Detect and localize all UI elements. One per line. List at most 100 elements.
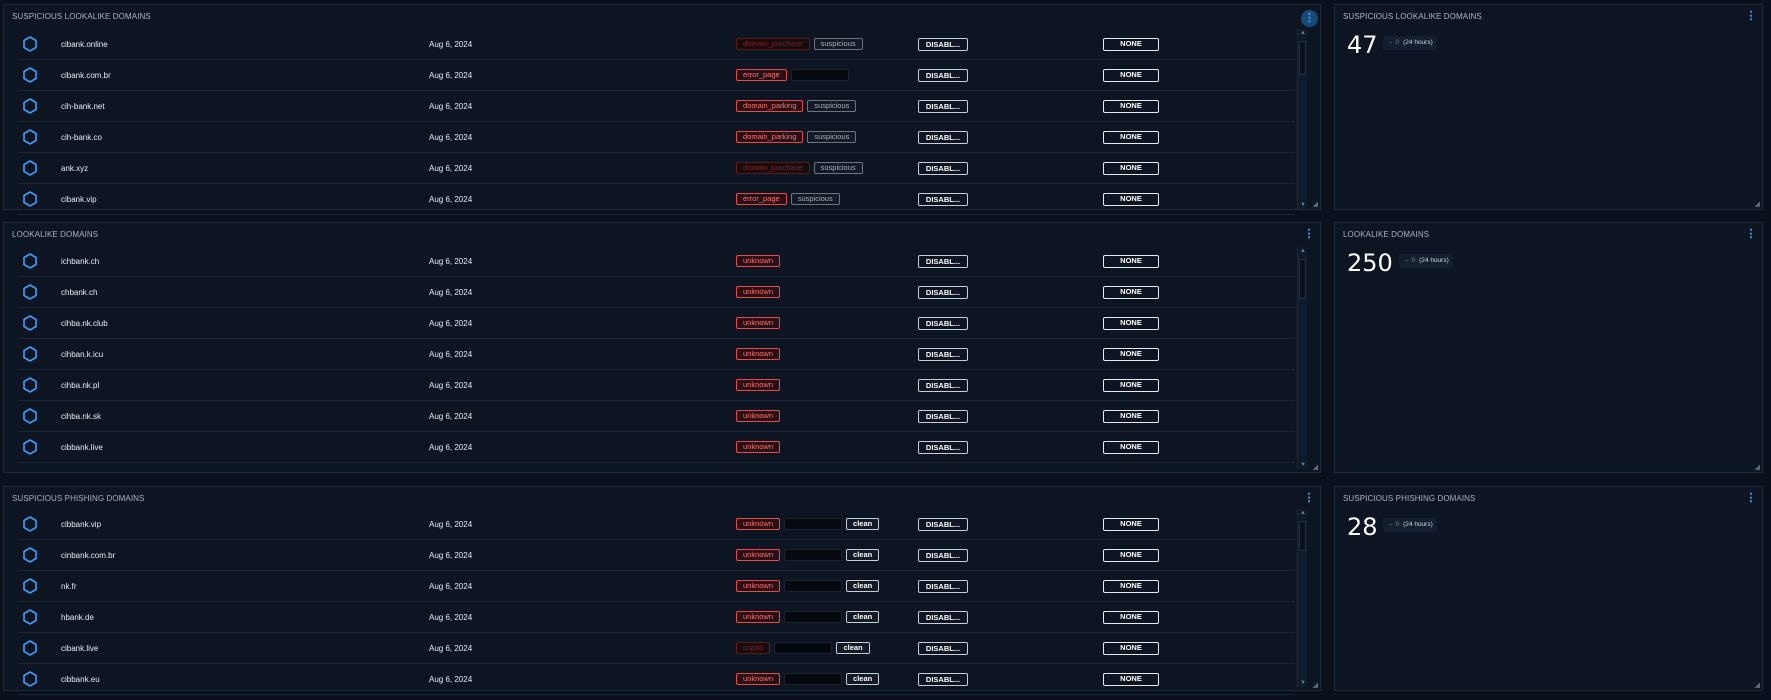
table-row[interactable]: cibank.com.br Aug 6, 2024 error_page DISABL… bbox=[18, 60, 1295, 91]
tag-badge: domain_parking bbox=[736, 131, 804, 143]
tag-badge: clean bbox=[846, 580, 880, 592]
table-row[interactable]: hbank.de Aug 6, 2024 unknown clean DISABL...… bbox=[18, 602, 1295, 633]
more-vertical-icon[interactable]: ⋮ bbox=[1302, 227, 1316, 241]
action-dropdown[interactable]: NONE bbox=[1103, 441, 1159, 454]
action-dropdown[interactable]: NONE bbox=[1103, 193, 1159, 206]
status-dropdown[interactable]: DISABL... bbox=[918, 38, 968, 51]
action-dropdown[interactable]: NONE bbox=[1103, 255, 1159, 268]
domain-name[interactable]: cibbank.live bbox=[61, 443, 103, 452]
domain-name[interactable]: cibank.com.br bbox=[61, 71, 111, 80]
scrollbar[interactable]: ▲ ▼ bbox=[1297, 509, 1307, 687]
resize-handle-icon[interactable]: ◢ bbox=[1313, 200, 1318, 208]
domain-name[interactable]: nk.fr bbox=[61, 582, 77, 591]
tag-badge bbox=[790, 69, 849, 81]
status-dropdown[interactable]: DISABL... bbox=[918, 317, 968, 330]
status-dropdown[interactable]: DISABL... bbox=[918, 255, 968, 268]
table-row[interactable]: cihba.nk.pl Aug 6, 2024 unknown DISABL... NO… bbox=[18, 370, 1295, 401]
table-row[interactable]: cibbank.vip Aug 6, 2024 unknown clean DISABL… bbox=[18, 509, 1295, 540]
domain-name[interactable]: hbank.de bbox=[61, 613, 94, 622]
status-dropdown[interactable]: DISABL... bbox=[918, 69, 968, 82]
tag-badge: clean bbox=[846, 518, 880, 530]
table-row[interactable]: cih-bank.net Aug 6, 2024 domain_parking sus… bbox=[18, 91, 1295, 122]
table-row[interactable]: cibank.vip Aug 6, 2024 error_page suspiciou… bbox=[18, 184, 1295, 215]
action-dropdown[interactable]: NONE bbox=[1103, 549, 1159, 562]
status-dropdown[interactable]: DISABL... bbox=[918, 131, 968, 144]
scrollbar[interactable]: ▲ ▼ bbox=[1297, 247, 1307, 469]
status-dropdown[interactable]: DISABL... bbox=[918, 100, 968, 113]
domain-name[interactable]: cihban.k.icu bbox=[61, 350, 103, 359]
table-row[interactable]: cinbank.com.br Aug 6, 2024 unknown clean DIS… bbox=[18, 540, 1295, 571]
action-dropdown[interactable]: NONE bbox=[1103, 379, 1159, 392]
table-row[interactable]: cihba.nk.sk Aug 6, 2024 unknown DISABL... NO… bbox=[18, 401, 1295, 432]
table-row[interactable]: chbank.ch Aug 6, 2024 unknown DISABL... NONE bbox=[18, 277, 1295, 308]
status-dropdown[interactable]: DISABL... bbox=[918, 348, 968, 361]
domain-name[interactable]: cihba.nk.sk bbox=[61, 412, 101, 421]
tag-badge: unknown bbox=[736, 317, 781, 329]
table-row[interactable]: cibank.online Aug 6, 2024 domain_purchase s… bbox=[18, 29, 1295, 60]
scrollbar[interactable]: ▲ ▼ bbox=[1297, 29, 1307, 209]
table-row[interactable]: cih-bank.co Aug 6, 2024 domain_parking susp… bbox=[18, 122, 1295, 153]
status-dropdown[interactable]: DISABL... bbox=[918, 549, 968, 562]
more-vertical-icon[interactable]: ⋮ bbox=[1744, 491, 1758, 505]
status-dropdown[interactable]: DISABL... bbox=[918, 193, 968, 206]
more-vertical-icon[interactable]: ⋮ bbox=[1301, 10, 1318, 27]
table-row[interactable]: cibbank.live Aug 6, 2024 unknown DISABL... N… bbox=[18, 432, 1295, 463]
table-row[interactable]: ank.xyz Aug 6, 2024 domain_purchase suspici… bbox=[18, 153, 1295, 184]
domain-name[interactable]: cihba.nk.pl bbox=[61, 381, 99, 390]
domain-name[interactable]: cibank.vip bbox=[61, 195, 97, 204]
action-dropdown[interactable]: NONE bbox=[1103, 673, 1159, 686]
status-dropdown[interactable]: DISABL... bbox=[918, 410, 968, 423]
action-dropdown[interactable]: NONE bbox=[1103, 131, 1159, 144]
table-row[interactable]: cihba.nk.club Aug 6, 2024 unknown DISABL...… bbox=[18, 308, 1295, 339]
status-dropdown[interactable]: DISABL... bbox=[918, 673, 968, 686]
action-dropdown[interactable]: NONE bbox=[1103, 100, 1159, 113]
table-row[interactable]: ichbank.ch Aug 6, 2024 unknown DISABL... NON… bbox=[18, 246, 1295, 277]
hexagon-icon bbox=[23, 36, 37, 52]
table-row[interactable]: cihban.k.icu Aug 6, 2024 unknown DISABL... N… bbox=[18, 339, 1295, 370]
action-dropdown[interactable]: NONE bbox=[1103, 317, 1159, 330]
action-dropdown[interactable]: NONE bbox=[1103, 518, 1159, 531]
action-dropdown[interactable]: NONE bbox=[1103, 580, 1159, 593]
resize-handle-icon[interactable]: ◢ bbox=[1313, 463, 1318, 471]
resize-handle-icon[interactable]: ◢ bbox=[1755, 463, 1760, 471]
domain-name[interactable]: cih-bank.co bbox=[61, 133, 102, 142]
domain-name[interactable]: cibbank.eu bbox=[61, 675, 100, 684]
action-dropdown[interactable]: NONE bbox=[1103, 286, 1159, 299]
domain-name[interactable]: ichbank.ch bbox=[61, 257, 99, 266]
suspicious-phishing-panel: SUSPICIOUS PHISHING DOMAINS ⋮ cibbank.vi… bbox=[3, 486, 1321, 695]
domain-name[interactable]: cihba.nk.club bbox=[61, 319, 108, 328]
status-dropdown[interactable]: DISABL... bbox=[918, 286, 968, 299]
more-vertical-icon[interactable]: ⋮ bbox=[1744, 9, 1758, 23]
table-row[interactable]: cibank.live Aug 6, 2024 crypto clean DISABL.… bbox=[18, 633, 1295, 664]
domain-name[interactable]: cibank.live bbox=[61, 644, 98, 653]
status-dropdown[interactable]: DISABL... bbox=[918, 379, 968, 392]
more-vertical-icon[interactable]: ⋮ bbox=[1744, 227, 1758, 241]
status-dropdown[interactable]: DISABL... bbox=[918, 642, 968, 655]
action-dropdown[interactable]: NONE bbox=[1103, 642, 1159, 655]
domain-list: ichbank.ch Aug 6, 2024 unknown DISABL... NON… bbox=[18, 246, 1295, 463]
domain-name[interactable]: cih-bank.net bbox=[61, 102, 105, 111]
status-dropdown[interactable]: DISABL... bbox=[918, 162, 968, 175]
domain-name[interactable]: ank.xyz bbox=[61, 164, 88, 173]
action-dropdown[interactable]: NONE bbox=[1103, 410, 1159, 423]
status-dropdown[interactable]: DISABL... bbox=[918, 441, 968, 454]
action-dropdown[interactable]: NONE bbox=[1103, 69, 1159, 82]
resize-handle-icon[interactable]: ◢ bbox=[1755, 200, 1760, 208]
date-detected: Aug 6, 2024 bbox=[429, 71, 473, 80]
more-vertical-icon[interactable]: ⋮ bbox=[1302, 491, 1316, 505]
action-dropdown[interactable]: NONE bbox=[1103, 611, 1159, 624]
action-dropdown[interactable]: NONE bbox=[1103, 162, 1159, 175]
status-dropdown[interactable]: DISABL... bbox=[918, 580, 968, 593]
domain-name[interactable]: cibank.online bbox=[61, 40, 108, 49]
domain-name[interactable]: chbank.ch bbox=[61, 288, 97, 297]
action-dropdown[interactable]: NONE bbox=[1103, 38, 1159, 51]
table-row[interactable]: nk.fr Aug 6, 2024 unknown clean DISABL... NON… bbox=[18, 571, 1295, 602]
table-row[interactable]: cibbank.eu Aug 6, 2024 unknown clean DISABL.… bbox=[18, 664, 1295, 695]
domain-name[interactable]: cinbank.com.br bbox=[61, 551, 115, 560]
domain-name[interactable]: cibbank.vip bbox=[61, 520, 101, 529]
status-dropdown[interactable]: DISABL... bbox=[918, 611, 968, 624]
action-dropdown[interactable]: NONE bbox=[1103, 348, 1159, 361]
resize-handle-icon[interactable]: ◢ bbox=[1755, 681, 1760, 689]
status-dropdown[interactable]: DISABL... bbox=[918, 518, 968, 531]
resize-handle-icon[interactable]: ◢ bbox=[1313, 681, 1318, 689]
